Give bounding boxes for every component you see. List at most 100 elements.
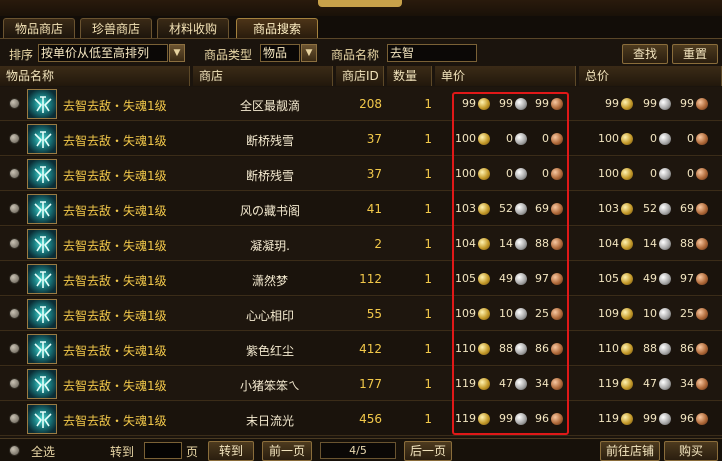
table-row[interactable]: 去智去敌・失魂1级 全区最靓滴 208 1 99 99 99 99 99 99	[0, 87, 722, 121]
total-price-gold: 100	[598, 167, 619, 180]
item-name: 去智去敌・失魂1级	[63, 379, 167, 393]
total-price-gold: 119	[598, 412, 619, 425]
item-rune-icon[interactable]	[27, 299, 57, 329]
unit-price-silver: 99	[499, 97, 513, 110]
total-price-copper: 25	[680, 307, 694, 320]
row-radio-icon[interactable]	[9, 413, 20, 424]
page-indicator: 4/5	[320, 442, 396, 459]
total-price-gold: 105	[598, 272, 619, 285]
shop-id: 2	[374, 237, 382, 251]
table-row[interactable]: 去智去敌・失魂1级 断桥残雪 37 1 100 0 0 100 0 0	[0, 122, 722, 156]
quantity: 1	[424, 97, 432, 111]
total-price-gold: 119	[598, 377, 619, 390]
copper-coin-icon	[696, 343, 708, 355]
unit-price-copper: 97	[535, 272, 549, 285]
quantity: 1	[424, 272, 432, 286]
next-page-button[interactable]: 后一页	[404, 441, 452, 461]
shop-name: 凝凝玥.	[250, 239, 290, 253]
gold-coin-icon	[621, 133, 633, 145]
table-row[interactable]: 去智去敌・失魂1级 风の藏书阁 41 1 103 52 69 103 52 69	[0, 192, 722, 226]
table-row[interactable]: 去智去敌・失魂1级 紫色红尘 412 1 110 88 86 110 88 86	[0, 332, 722, 366]
table-row[interactable]: 去智去敌・失魂1级 潇然梦 112 1 105 49 97 105 49 97	[0, 262, 722, 296]
col-shop: 商店	[193, 66, 333, 86]
total-price-silver: 99	[643, 97, 657, 110]
item-rune-icon[interactable]	[27, 334, 57, 364]
item-rune-icon[interactable]	[27, 264, 57, 294]
total-price-silver: 0	[650, 167, 657, 180]
row-radio-icon[interactable]	[9, 343, 20, 354]
shop-name: 断桥残雪	[245, 134, 294, 148]
total-price-copper: 99	[680, 97, 694, 110]
item-rune-icon[interactable]	[27, 124, 57, 154]
total-price-gold: 104	[598, 237, 619, 250]
unit-price-gold: 110	[455, 342, 476, 355]
chevron-down-icon[interactable]: ▼	[169, 44, 185, 62]
gold-coin-icon	[621, 203, 633, 215]
row-radio-icon[interactable]	[9, 168, 20, 179]
shop-name: 末日流光	[245, 414, 294, 428]
goto-button[interactable]: 转到	[208, 441, 254, 461]
chevron-down-icon[interactable]: ▼	[301, 44, 317, 62]
type-label: 商品类型	[204, 48, 253, 62]
item-rune-icon[interactable]	[27, 369, 57, 399]
type-select[interactable]: 物品	[260, 44, 300, 62]
item-rune-icon[interactable]	[27, 159, 57, 189]
copper-coin-icon	[551, 203, 563, 215]
select-all-radio-icon[interactable]	[9, 445, 20, 456]
page-number-input[interactable]	[144, 442, 182, 459]
gold-coin-icon	[621, 168, 633, 180]
tab-material-purchase[interactable]: 材料收购	[157, 18, 229, 38]
shop-name: 全区最靓滴	[239, 99, 300, 113]
item-name: 去智去敌・失魂1级	[63, 99, 167, 113]
tab-pet-shop[interactable]: 珍兽商店	[80, 18, 152, 38]
gold-coin-icon	[621, 273, 633, 285]
unit-price-silver: 52	[499, 202, 513, 215]
prev-page-button[interactable]: 前一页	[262, 441, 312, 461]
table-row[interactable]: 去智去敌・失魂1级 心心相印 55 1 109 10 25 109 10 25	[0, 297, 722, 331]
total-price-copper: 69	[680, 202, 694, 215]
item-rune-icon[interactable]	[27, 89, 57, 119]
go-to-shop-button[interactable]: 前往店铺	[600, 441, 660, 461]
select-all-label: 全选	[31, 445, 56, 459]
unit-price-silver: 0	[506, 167, 513, 180]
row-radio-icon[interactable]	[9, 273, 20, 284]
table-row[interactable]: 去智去敌・失魂1级 凝凝玥. 2 1 104 14 88 104 14 88	[0, 227, 722, 261]
table-row[interactable]: 去智去敌・失魂1级 小猪笨笨ㄟ 177 1 119 47 34 119 47 34	[0, 367, 722, 401]
sort-select[interactable]: 按单价从低至高排列	[38, 44, 168, 62]
quantity: 1	[424, 307, 432, 321]
row-radio-icon[interactable]	[9, 133, 20, 144]
buy-button[interactable]: 购买	[664, 441, 718, 461]
table-row[interactable]: 去智去敌・失魂1级 末日流光 456 1 119 99 96 119 99 96	[0, 402, 722, 436]
row-radio-icon[interactable]	[9, 98, 20, 109]
table-row[interactable]: 去智去敌・失魂1级 断桥残雪 37 1 100 0 0 100 0 0	[0, 157, 722, 191]
shop-id: 412	[359, 342, 382, 356]
item-name: 去智去敌・失魂1级	[63, 344, 167, 358]
gold-coin-icon	[621, 378, 633, 390]
item-rune-icon[interactable]	[27, 404, 57, 434]
tab-item-shop[interactable]: 物品商店	[3, 18, 75, 38]
total-price-gold: 100	[598, 132, 619, 145]
gold-coin-icon	[621, 343, 633, 355]
reset-button[interactable]: 重置	[672, 44, 718, 64]
quantity: 1	[424, 377, 432, 391]
unit-price-silver: 47	[499, 377, 513, 390]
item-name: 去智去敌・失魂1级	[63, 169, 167, 183]
shop-id: 37	[366, 132, 382, 146]
shop-id: 37	[366, 167, 382, 181]
item-rune-icon[interactable]	[27, 229, 57, 259]
row-radio-icon[interactable]	[9, 203, 20, 214]
copper-coin-icon	[551, 308, 563, 320]
row-radio-icon[interactable]	[9, 238, 20, 249]
tab-product-search[interactable]: 商品搜索	[236, 18, 318, 38]
copper-coin-icon	[696, 168, 708, 180]
page-unit-label: 页	[186, 445, 199, 459]
unit-price-gold: 103	[455, 202, 476, 215]
name-input[interactable]: 去智	[387, 44, 477, 62]
row-radio-icon[interactable]	[9, 308, 20, 319]
quantity: 1	[424, 342, 432, 356]
item-rune-icon[interactable]	[27, 194, 57, 224]
unit-price-silver: 99	[499, 412, 513, 425]
search-button[interactable]: 查找	[622, 44, 668, 64]
row-radio-icon[interactable]	[9, 378, 20, 389]
window-title-tab	[318, 0, 402, 7]
